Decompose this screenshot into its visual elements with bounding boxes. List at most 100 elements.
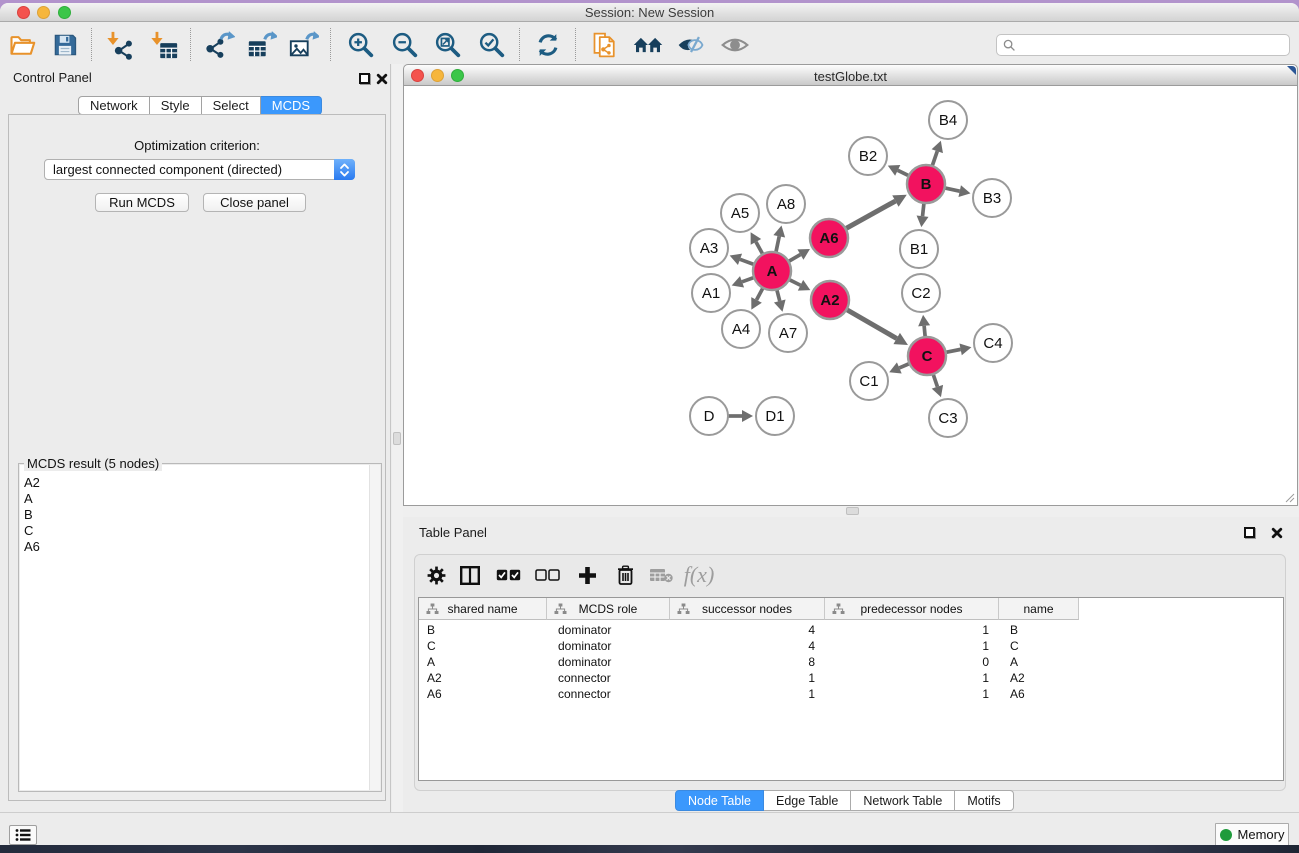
table-cell[interactable]: dominator (558, 654, 669, 670)
table-cell[interactable]: dominator (558, 622, 669, 638)
graph-node-A6[interactable]: A6 (810, 219, 848, 257)
graph-node-C2[interactable]: C2 (902, 274, 940, 312)
graph-node-B[interactable]: B (907, 165, 945, 203)
table-cell[interactable]: C (1010, 638, 1078, 654)
mcds-result-item[interactable]: C (24, 523, 380, 539)
edge-A-A5[interactable] (756, 242, 763, 255)
graph-node-A5[interactable]: A5 (721, 194, 759, 232)
import-network-button[interactable] (103, 29, 137, 61)
table-cell[interactable]: 4 (670, 638, 815, 654)
table-cell[interactable]: dominator (558, 638, 669, 654)
table-cell[interactable]: C (427, 638, 543, 654)
edge-B-B4[interactable] (932, 151, 937, 167)
delete-column-button[interactable] (610, 560, 640, 590)
vertical-splitter-handle[interactable] (393, 432, 401, 445)
criterion-dropdown[interactable]: largest connected component (directed) (44, 159, 355, 180)
column-header-MCDS-role[interactable]: MCDS role (547, 598, 670, 620)
graph-node-A3[interactable]: A3 (690, 229, 728, 267)
graph-node-A1[interactable]: A1 (692, 274, 730, 312)
delete-table-button[interactable] (646, 560, 676, 590)
network-frame-titlebar[interactable]: testGlobe.txt (403, 64, 1298, 86)
search-box[interactable] (996, 34, 1290, 56)
table-cell[interactable]: 1 (825, 670, 989, 686)
table-close-icon[interactable] (1271, 527, 1283, 539)
close-panel-button[interactable]: Close panel (203, 193, 306, 212)
table-cell[interactable]: A (1010, 654, 1078, 670)
deselect-all-button[interactable] (532, 560, 562, 590)
graph-node-B1[interactable]: B1 (900, 230, 938, 268)
add-column-button[interactable] (572, 560, 602, 590)
tab-mcds[interactable]: MCDS (261, 96, 322, 115)
graph-node-A4[interactable]: A4 (722, 310, 760, 348)
column-header-predecessor-nodes[interactable]: predecessor nodes (825, 598, 999, 620)
column-header-successor-nodes[interactable]: successor nodes (670, 598, 825, 620)
graph-node-B3[interactable]: B3 (973, 179, 1011, 217)
network-graph[interactable]: B4B2BB3A5A8A6A3B1AA1C2A4A7A2C4CC1C3DD1 (404, 86, 1297, 504)
horizontal-splitter-handle[interactable] (846, 507, 859, 515)
edge-A2-C[interactable] (846, 309, 897, 339)
edge-C-C4[interactable] (945, 349, 961, 352)
tab-style[interactable]: Style (150, 96, 202, 115)
table-cell[interactable]: 8 (670, 654, 815, 670)
mcds-result-item[interactable]: A (24, 491, 380, 507)
graph-node-B4[interactable]: B4 (929, 101, 967, 139)
save-session-button[interactable] (48, 29, 82, 61)
tab-network-table[interactable]: Network Table (851, 790, 955, 811)
table-cell[interactable]: A6 (427, 686, 543, 702)
task-history-button[interactable] (9, 825, 37, 845)
open-session-button[interactable] (5, 29, 39, 61)
hide-eye-button[interactable] (674, 29, 708, 61)
graph-node-C3[interactable]: C3 (929, 399, 967, 437)
table-cell[interactable]: B (427, 622, 543, 638)
table-cell[interactable]: A2 (1010, 670, 1078, 686)
result-scrollbar[interactable] (369, 465, 380, 790)
table-cell[interactable]: A (427, 654, 543, 670)
table-cell[interactable]: 4 (670, 622, 815, 638)
search-input[interactable] (1016, 36, 1289, 54)
table-cell[interactable]: 1 (825, 686, 989, 702)
edge-A-A8[interactable] (776, 236, 780, 253)
mcds-result-list[interactable]: A2ABCA6 (20, 465, 380, 790)
edge-A-A3[interactable] (740, 259, 755, 265)
table-cell[interactable]: A2 (427, 670, 543, 686)
graph-node-B2[interactable]: B2 (849, 137, 887, 175)
export-network-button[interactable] (202, 29, 236, 61)
zoom-in-button[interactable] (344, 29, 378, 61)
graph-node-D1[interactable]: D1 (756, 397, 794, 435)
memory-button[interactable]: Memory (1215, 823, 1289, 845)
run-mcds-button[interactable]: Run MCDS (95, 193, 189, 212)
vertical-splitter[interactable] (392, 64, 403, 812)
graph-node-C1[interactable]: C1 (850, 362, 888, 400)
graph-node-A2[interactable]: A2 (811, 281, 849, 319)
zoom-selected-button[interactable] (475, 29, 509, 61)
graph-node-A8[interactable]: A8 (767, 185, 805, 223)
graph-node-D[interactable]: D (690, 397, 728, 435)
table-cell[interactable]: 0 (825, 654, 989, 670)
tab-node-table[interactable]: Node Table (675, 790, 764, 811)
table-cell[interactable]: A6 (1010, 686, 1078, 702)
graph-node-C4[interactable]: C4 (974, 324, 1012, 362)
table-cell[interactable]: connector (558, 670, 669, 686)
select-all-button[interactable] (493, 560, 523, 590)
table-cell[interactable]: 1 (670, 686, 815, 702)
frame-resize-grip[interactable] (1284, 492, 1295, 503)
mcds-result-item[interactable]: B (24, 507, 380, 523)
import-table-button[interactable] (147, 29, 181, 61)
zoom-fit-button[interactable] (431, 29, 465, 61)
node-table[interactable]: shared nameMCDS rolesuccessor nodesprede… (418, 597, 1284, 781)
table-float-icon[interactable] (1244, 527, 1255, 538)
zoom-out-button[interactable] (388, 29, 422, 61)
column-header-name[interactable]: name (999, 598, 1079, 620)
split-columns-button[interactable] (455, 560, 485, 590)
graph-node-A[interactable]: A (753, 252, 791, 290)
column-header-shared-name[interactable]: shared name (419, 598, 547, 620)
table-cell[interactable]: 1 (670, 670, 815, 686)
table-cell[interactable]: connector (558, 686, 669, 702)
edge-B-B3[interactable] (944, 188, 960, 191)
export-table-button[interactable] (244, 29, 278, 61)
tab-network[interactable]: Network (78, 96, 150, 115)
export-image-button[interactable] (286, 29, 320, 61)
table-cell[interactable]: 1 (825, 622, 989, 638)
horizontal-splitter[interactable] (403, 506, 1299, 517)
show-home-button[interactable] (631, 29, 665, 61)
